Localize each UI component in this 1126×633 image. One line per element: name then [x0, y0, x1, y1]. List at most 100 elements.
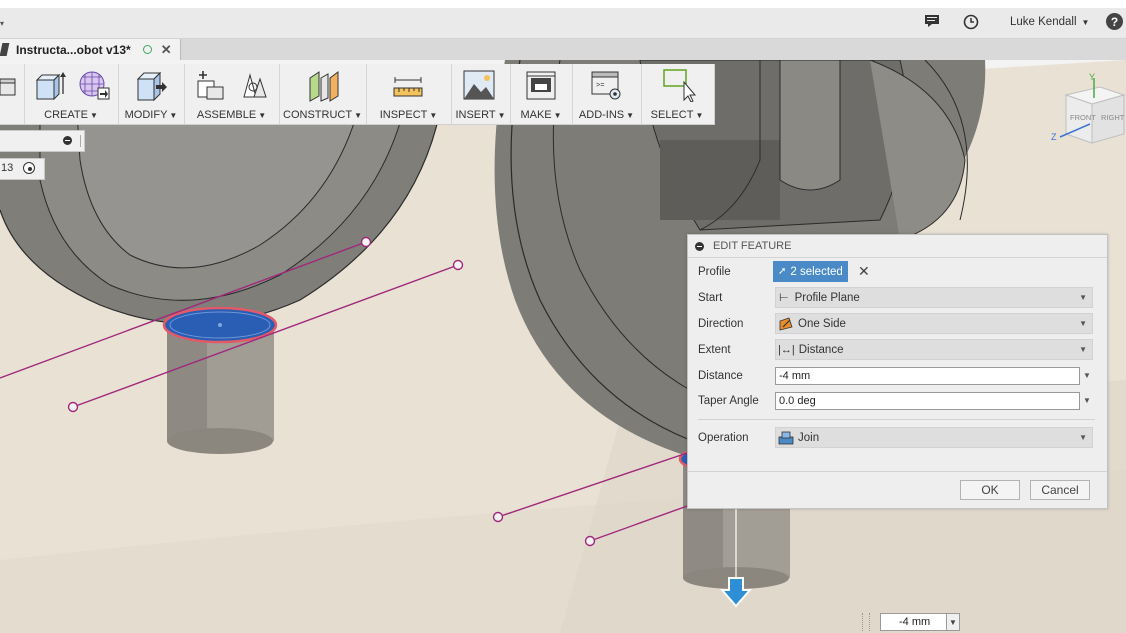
profile-value: 2 selected	[790, 265, 843, 278]
view-cube-right-label[interactable]: RIGHT	[1101, 113, 1125, 122]
taper-dropdown-icon[interactable]: ▼	[1083, 396, 1091, 405]
profile-label: Profile	[698, 266, 731, 278]
start-row: Start	[698, 287, 722, 309]
left-peg[interactable]	[162, 306, 278, 454]
create-menu[interactable]: CREATE ▼	[24, 64, 119, 124]
chevron-down-icon: ▼	[553, 111, 562, 120]
profile-selection-button[interactable]: ➚ 2 selected	[773, 261, 848, 282]
distance-label: Distance	[698, 370, 743, 382]
distance-dropdown-icon[interactable]: ▼	[1083, 371, 1091, 380]
canvas-input-grip[interactable]	[862, 613, 870, 631]
axis-z-label: Z	[1051, 132, 1057, 142]
close-tab-icon[interactable]: ✕	[161, 42, 172, 58]
extrude-icon[interactable]	[34, 70, 66, 100]
chevron-down-icon: ▼	[1079, 433, 1087, 442]
measure-icon	[393, 77, 423, 97]
insert-menu[interactable]: INSERT ▼	[451, 64, 511, 124]
construct-menu[interactable]: CONSTRUCT ▼	[279, 64, 367, 124]
chevron-down-icon: ▼	[429, 111, 438, 120]
browser-row-text: 13	[1, 162, 14, 174]
application-bar: ▾ Luke Kendall ▼ ?	[0, 8, 1126, 39]
chevron-down-icon: ▼	[1079, 345, 1087, 354]
insert-image-icon	[463, 70, 495, 100]
profile-plane-icon: ⊢	[779, 292, 789, 304]
chevron-down-icon: ▼	[695, 111, 704, 120]
panel-resize-handle[interactable]	[80, 135, 81, 147]
collapse-dialog-icon[interactable]	[695, 241, 704, 251]
operation-label: Operation	[698, 432, 749, 444]
document-tab[interactable]: Instructa...obot v13* ✕	[0, 39, 181, 60]
new-component-icon[interactable]	[195, 69, 227, 101]
document-tab-title: Instructa...obot v13*	[16, 42, 131, 57]
notifications-icon[interactable]	[924, 14, 940, 28]
clear-selection-icon[interactable]: ✕	[858, 263, 870, 280]
dialog-header: EDIT FEATURE	[688, 235, 1107, 258]
help-button[interactable]: ?	[1106, 13, 1123, 30]
direction-select[interactable]: One Side ▼	[775, 313, 1093, 334]
assemble-menu-label: ASSEMBLE ▼	[196, 109, 267, 121]
construct-menu-label: CONSTRUCT ▼	[283, 109, 362, 121]
dialog-footer-divider	[688, 471, 1107, 472]
make-menu[interactable]: MAKE ▼	[510, 64, 573, 124]
main-toolbar: CREATE ▼ MODIFY ▼ ASSEMBLE ▼ CONSTRUCT ▼ INS…	[0, 64, 715, 125]
assemble-menu[interactable]: ASSEMBLE ▼	[184, 64, 280, 124]
extent-select[interactable]: |↔| Distance ▼	[775, 339, 1093, 360]
direction-row: Direction	[698, 313, 743, 335]
form-mesh-icon[interactable]	[78, 70, 110, 100]
start-select[interactable]: ⊢ Profile Plane ▼	[775, 287, 1093, 308]
axis-y-label: Y	[1089, 72, 1095, 82]
select-cursor-icon	[663, 69, 697, 102]
canvas-distance-dropdown[interactable]: ▼	[946, 613, 960, 631]
taper-angle-row: Taper Angle	[698, 390, 759, 412]
canvas-distance-value: -4 mm	[899, 616, 931, 628]
cancel-button[interactable]: Cancel	[1030, 480, 1090, 500]
svg-text:>=: >=	[596, 82, 604, 90]
left-edge-caret-icon[interactable]: ▾	[0, 19, 4, 28]
inspect-menu[interactable]: INSPECT ▼	[366, 64, 452, 124]
job-status-clock-icon[interactable]	[963, 14, 979, 30]
ok-button[interactable]: OK	[960, 480, 1020, 500]
start-label: Start	[698, 292, 723, 304]
extent-label: Extent	[698, 344, 731, 356]
browser-header[interactable]	[0, 130, 85, 152]
user-menu[interactable]: Luke Kendall ▼	[1010, 16, 1089, 28]
profile-row: Profile	[698, 261, 731, 283]
ok-label: OK	[981, 483, 999, 497]
construct-plane-icon	[309, 71, 339, 102]
browser-row[interactable]: 13	[0, 158, 45, 180]
extent-value: Distance	[798, 343, 844, 356]
workspace-switcher[interactable]	[0, 64, 25, 124]
help-icon: ?	[1110, 14, 1119, 29]
operation-select[interactable]: Join ▼	[775, 427, 1093, 448]
activate-radio-dot	[27, 166, 32, 171]
view-cube-front-label[interactable]: FRONT	[1070, 113, 1096, 122]
operation-value: Join	[798, 431, 820, 444]
chevron-down-icon: ▼	[169, 111, 178, 120]
modify-menu[interactable]: MODIFY ▼	[118, 64, 185, 124]
taper-angle-input[interactable]: 0.0 deg	[775, 392, 1080, 410]
chevron-down-icon: ▼	[258, 111, 267, 120]
insert-menu-label: INSERT ▼	[455, 109, 506, 121]
distance-extent-icon: |↔|	[778, 343, 795, 356]
start-value: Profile Plane	[794, 291, 860, 304]
create-menu-label: CREATE ▼	[44, 109, 98, 121]
add-ins-menu[interactable]: >= ADD-INS ▼	[572, 64, 642, 124]
3d-print-icon	[526, 71, 556, 100]
direction-label: Direction	[698, 318, 744, 330]
chevron-down-icon: ▼	[949, 617, 957, 627]
operation-row: Operation	[698, 427, 749, 449]
cursor-arrow-icon: ➚	[778, 266, 787, 277]
collapse-minus	[65, 140, 70, 141]
taper-angle-value: 0.0 deg	[779, 395, 816, 407]
inspect-menu-label: INSPECT ▼	[379, 109, 438, 121]
scripts-addins-icon: >=	[591, 71, 621, 100]
joint-icon[interactable]	[238, 69, 270, 101]
one-side-icon	[779, 316, 793, 331]
join-icon	[778, 431, 794, 444]
select-menu[interactable]: SELECT ▼	[641, 64, 713, 124]
dialog-divider	[698, 419, 1095, 420]
taper-angle-label: Taper Angle	[698, 395, 759, 407]
edit-feature-dialog: EDIT FEATURE Profile ➚ 2 selected ✕ Star…	[687, 234, 1108, 509]
select-menu-label: SELECT ▼	[650, 109, 704, 121]
distance-input[interactable]: -4 mm	[775, 367, 1080, 385]
